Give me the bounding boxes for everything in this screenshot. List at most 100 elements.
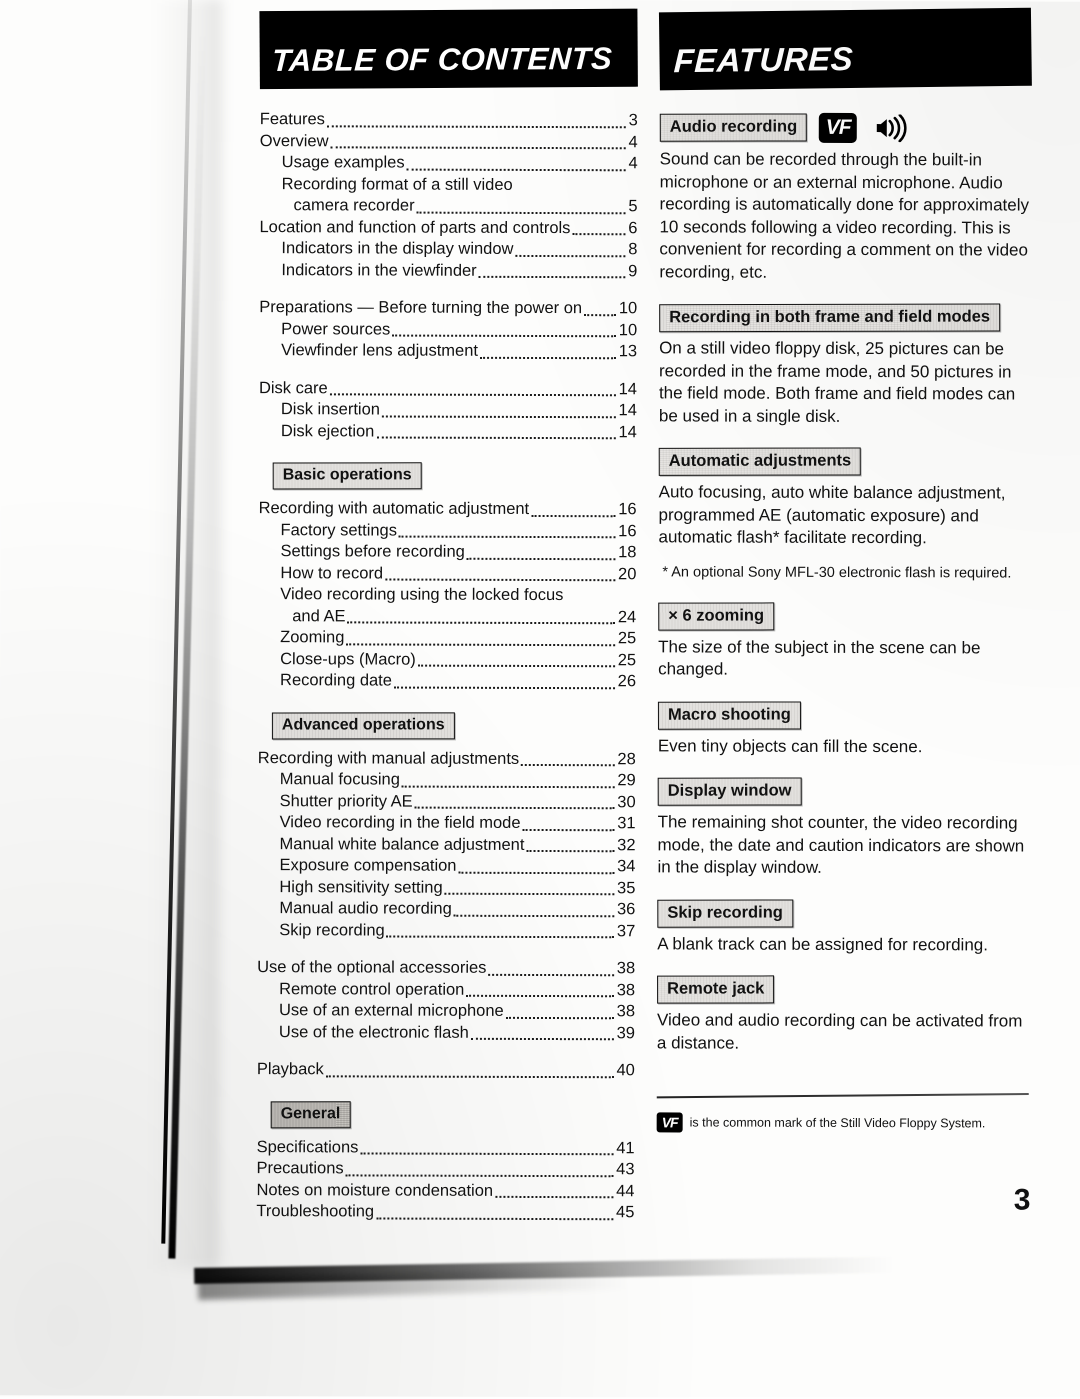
feature-heading-row: Automatic adjustments [658, 447, 1031, 476]
toc-entry[interactable]: Recording with manual adjustments 28 [258, 748, 636, 771]
toc-entry[interactable]: Manual audio recording 36 [257, 898, 635, 921]
toc-entry[interactable]: Video recording in the field mode 31 [258, 812, 636, 835]
toc-entry[interactable]: Recording with automatic adjustment 16 [259, 498, 637, 521]
toc-entry-title: Troubleshooting [256, 1202, 375, 1221]
toc-entry[interactable]: Specifications 41 [257, 1137, 635, 1160]
feature-block: Recording in both frame and field modes O… [659, 303, 1031, 428]
toc-entry[interactable]: Use of an external microphone 38 [257, 1000, 635, 1023]
toc-entry[interactable]: Use of the optional accessories 38 [257, 957, 635, 980]
toc-entry[interactable]: Settings before recording 18 [258, 541, 636, 564]
feature-body-text: Even tiny objects can fill the scene. [657, 735, 923, 756]
toc-entry[interactable]: Video recording using the locked focus [258, 584, 636, 607]
feature-body-text: Auto focusing, auto white balance adjust… [658, 482, 1006, 548]
toc-entry[interactable]: Viewfinder lens adjustment 13 [259, 340, 637, 363]
toc-entry[interactable]: Indicators in the viewfinder 9 [259, 260, 637, 283]
toc-leader-dots [393, 685, 615, 689]
footer-note-text: is the common mark of the Still Video Fl… [689, 1115, 986, 1131]
toc-entry[interactable]: Zooming 25 [258, 627, 636, 650]
toc-leader-dots [522, 827, 615, 831]
toc-leader-dots [416, 210, 626, 214]
toc-entry[interactable]: Exposure compensation 34 [257, 855, 635, 878]
toc-entry[interactable]: camera recorder 5 [260, 195, 638, 218]
feature-label: Display window [657, 777, 802, 806]
toc-entry[interactable]: Power sources 10 [259, 319, 637, 342]
toc-entry[interactable]: Close-ups (Macro) 25 [258, 649, 636, 672]
feature-body-text: On a still video floppy disk, 25 picture… [658, 338, 1016, 426]
toc-entry-title: Preparations — Before turning the power … [259, 298, 583, 318]
toc-entry-title: Remote control operation [279, 979, 465, 999]
toc-entry[interactable]: Features 3 [260, 109, 638, 132]
book-spine-shadow [0, 0, 252, 1289]
toc-entry-title: Recording with automatic adjustment [258, 499, 530, 518]
toc-group: Advanced operations Recording with manual… [257, 708, 636, 943]
toc-entry[interactable]: and AE 24 [258, 606, 636, 629]
toc-entry[interactable]: Overview 4 [260, 131, 638, 154]
toc-entry[interactable]: Use of the electronic flash 39 [257, 1022, 635, 1045]
toc-leader-dots [565, 602, 635, 603]
toc-entry-page: 10 [618, 320, 638, 339]
toc-section-label: General [270, 1100, 351, 1128]
toc-entry-title: How to record [280, 563, 384, 583]
toc-entry-page: 34 [617, 857, 636, 876]
toc-entry-title: Use of the electronic flash [278, 1022, 469, 1042]
toc-leader-dots [414, 805, 615, 810]
toc-entry-page: 29 [617, 771, 636, 790]
toc-leader-dots [385, 577, 616, 582]
toc-entry-title: Recording with manual adjustments [257, 748, 520, 768]
toc-entry-page: 37 [616, 921, 636, 940]
toc-group: Disk care 14 Disk insertion 14 Disk ejection… [259, 378, 637, 444]
toc-entry[interactable]: Troubleshooting 45 [256, 1201, 634, 1224]
feature-block: Audio recording VF Sound can be recorded … [659, 112, 1032, 284]
toc-entry[interactable]: Recording date 26 [258, 670, 636, 693]
toc-leader-dots [346, 641, 615, 646]
toc-section-label: Advanced operations [271, 711, 455, 740]
toc-entry-page: 4 [628, 132, 638, 151]
toc-entry-title: camera recorder [293, 196, 415, 215]
toc-entry[interactable]: Disk ejection 14 [259, 421, 637, 444]
toc-entry-page: 26 [617, 672, 637, 691]
toc-group: Features 3 Overview 4 Usage examples 4 Recordi… [259, 109, 638, 282]
toc-entry-page: 20 [618, 564, 637, 583]
toc-leader-dots [330, 145, 626, 150]
toc-entry[interactable]: Playback 40 [257, 1059, 635, 1082]
toc-leader-dots [406, 167, 626, 171]
toc-list: Features 3 Overview 4 Usage examples 4 Recordi… [256, 109, 637, 1224]
toc-entry[interactable]: Usage examples 4 [260, 152, 638, 175]
toc-entry[interactable]: Indicators in the display window 8 [259, 238, 637, 261]
feature-body-text: The remaining shot counter, the video re… [657, 812, 1025, 877]
toc-entry[interactable]: Disk care 14 [259, 378, 637, 401]
toc-entry-page: 28 [617, 749, 636, 768]
toc-entry[interactable]: Location and function of parts and contr… [259, 217, 637, 240]
feature-heading-row: Recording in both frame and field modes [659, 303, 1031, 333]
toc-entry[interactable]: Disk insertion 14 [259, 399, 637, 422]
toc-entry[interactable]: Shutter priority AE 30 [258, 791, 636, 814]
toc-entry-page: 45 [615, 1203, 635, 1222]
feature-body-text: A blank track can be assigned for record… [657, 933, 989, 954]
footer-note: VF is the common mark of the Still Video… [656, 1092, 1029, 1133]
toc-entry-page: 25 [617, 650, 637, 669]
toc-entry[interactable]: Preparations — Before turning the power … [259, 297, 637, 320]
toc-leader-dots [325, 1073, 614, 1078]
toc-entry-page: 16 [618, 500, 637, 519]
toc-leader-dots [470, 1036, 614, 1041]
toc-entry-title: Disk insertion [280, 400, 380, 419]
toc-leader-dots [515, 191, 637, 192]
toc-leader-dots [401, 784, 615, 788]
toc-entry[interactable]: Recording format of a still video [260, 174, 638, 197]
toc-entry[interactable]: Skip recording 37 [257, 920, 635, 943]
feature-heading-row: Macro shooting [657, 700, 1030, 730]
toc-entry[interactable]: High sensitivity setting 35 [257, 877, 635, 900]
toc-entry[interactable]: Precautions 43 [256, 1158, 634, 1181]
toc-entry[interactable]: Manual focusing 29 [258, 769, 636, 792]
toc-leader-dots [488, 972, 614, 976]
toc-leader-dots [345, 1172, 614, 1177]
toc-entry-title: Video recording using the locked focus [280, 585, 564, 605]
toc-entry[interactable]: Remote control operation 38 [257, 979, 635, 1002]
toc-entry[interactable]: Factory settings 16 [258, 520, 637, 543]
toc-entry[interactable]: How to record 20 [258, 563, 636, 586]
toc-entry-page: 41 [616, 1138, 635, 1157]
toc-group: Preparations — Before turning the power … [259, 297, 637, 363]
toc-entry-page: 25 [617, 629, 637, 648]
toc-entry[interactable]: Notes on moisture condensation 44 [256, 1180, 634, 1203]
toc-entry[interactable]: Manual white balance adjustment 32 [258, 834, 636, 857]
